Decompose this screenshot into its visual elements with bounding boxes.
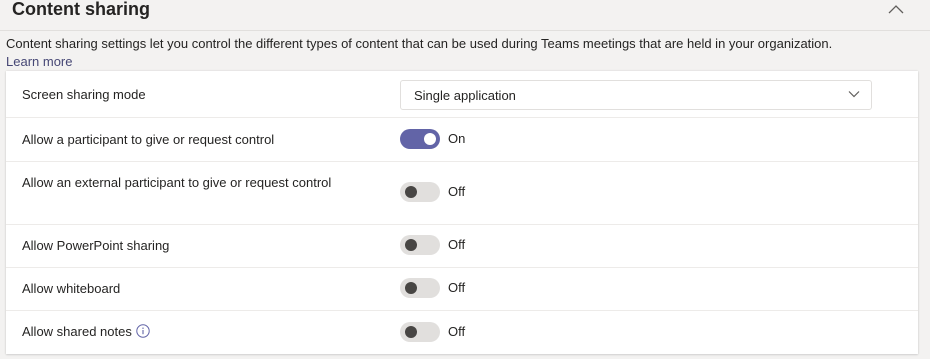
section-title: Content sharing	[12, 0, 150, 19]
section-description: Content sharing settings let you control…	[6, 36, 833, 51]
setting-row-powerpoint-sharing: Allow PowerPoint sharing Off	[6, 224, 918, 268]
setting-label: Allow PowerPoint sharing	[22, 238, 170, 253]
collapse-button[interactable]	[883, 0, 909, 20]
setting-row-external-give-request-control: Allow an external participant to give or…	[6, 161, 918, 225]
toggle-state-text: Off	[448, 237, 466, 252]
toggle-knob	[424, 133, 436, 145]
setting-label: Allow an external participant to give or…	[22, 175, 332, 190]
toggle-state-text: Off	[448, 184, 466, 199]
toggle-knob	[405, 326, 417, 338]
toggle-state-text: Off	[448, 280, 466, 295]
setting-row-whiteboard: Allow whiteboard Off	[6, 267, 918, 311]
toggle-knob	[405, 282, 417, 294]
toggle-knob	[405, 239, 417, 251]
toggle-state-text: On	[448, 131, 466, 146]
section-header: Content sharing	[0, 0, 930, 31]
give-request-control-toggle[interactable]	[400, 129, 440, 149]
whiteboard-toggle[interactable]	[400, 278, 440, 298]
setting-row-screen-sharing-mode: Screen sharing mode Single application	[6, 71, 918, 118]
powerpoint-sharing-toggle[interactable]	[400, 235, 440, 255]
setting-row-give-request-control: Allow a participant to give or request c…	[6, 117, 918, 162]
settings-card: Screen sharing mode Single application A…	[6, 71, 918, 354]
learn-more-link[interactable]: Learn more	[6, 53, 72, 71]
toggle-knob	[405, 186, 417, 198]
setting-label: Allow whiteboard	[22, 281, 121, 296]
screen-sharing-mode-dropdown[interactable]: Single application	[400, 80, 872, 110]
setting-label-wrapper: Allow shared notes	[22, 322, 332, 342]
info-icon[interactable]	[136, 324, 150, 338]
chevron-up-icon	[888, 5, 904, 14]
chevron-down-icon	[848, 91, 860, 98]
dropdown-selected-value: Single application	[414, 88, 516, 103]
setting-label: Screen sharing mode	[22, 87, 146, 102]
setting-label: Allow a participant to give or request c…	[22, 132, 275, 147]
setting-row-shared-notes: Allow shared notes Off	[6, 310, 918, 354]
setting-label: Allow shared notes	[22, 324, 132, 339]
shared-notes-toggle[interactable]	[400, 322, 440, 342]
toggle-state-text: Off	[448, 324, 466, 339]
external-give-request-control-toggle[interactable]	[400, 182, 440, 202]
